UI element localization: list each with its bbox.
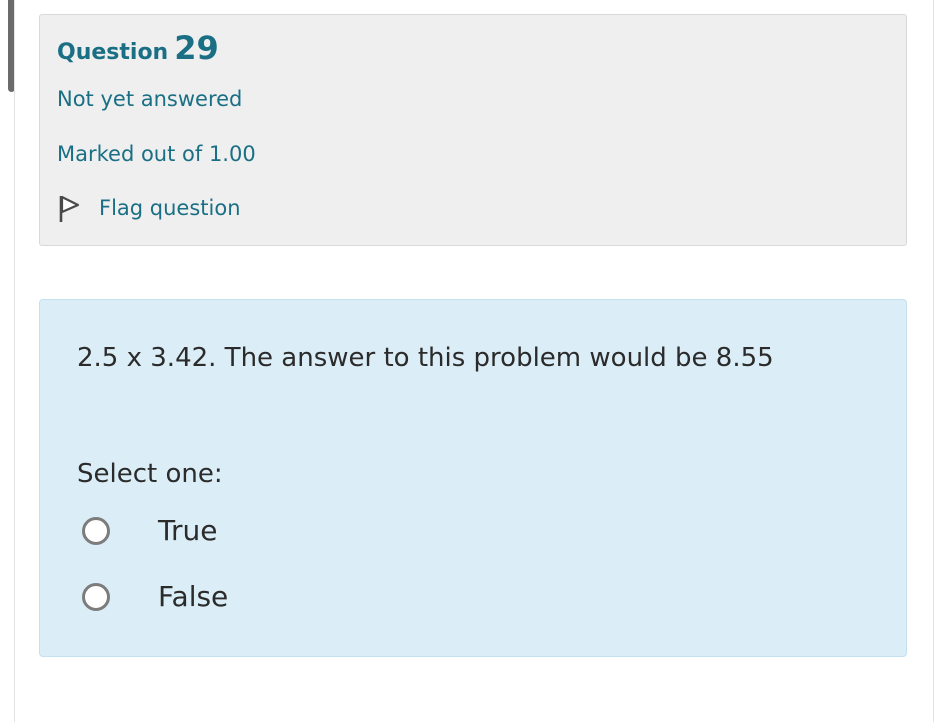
question-grade: Marked out of 1.00 bbox=[57, 142, 256, 166]
option-label-false[interactable]: False bbox=[158, 580, 228, 613]
flag-icon bbox=[59, 193, 81, 223]
answer-prompt: Select one: bbox=[77, 459, 223, 489]
flag-question-button[interactable]: Flag question bbox=[59, 193, 241, 223]
option-true[interactable]: True bbox=[82, 514, 217, 547]
flag-question-label: Flag question bbox=[99, 196, 241, 220]
question-number: 29 bbox=[174, 29, 219, 67]
question-text: 2.5 x 3.42. The answer to this problem w… bbox=[77, 343, 774, 373]
radio-button-true[interactable] bbox=[82, 516, 110, 545]
quiz-page: Question 29 Not yet answered Marked out o… bbox=[0, 0, 946, 722]
option-false[interactable]: False bbox=[82, 580, 228, 613]
radio-button-false[interactable] bbox=[82, 582, 110, 611]
option-label-true[interactable]: True bbox=[158, 514, 217, 547]
question-label: Question bbox=[57, 40, 169, 65]
question-heading: Question 29 bbox=[57, 29, 219, 67]
question-formulation: 2.5 x 3.42. The answer to this problem w… bbox=[39, 299, 907, 657]
question-state: Not yet answered bbox=[57, 87, 243, 111]
question-info-panel: Question 29 Not yet answered Marked out o… bbox=[39, 14, 907, 246]
